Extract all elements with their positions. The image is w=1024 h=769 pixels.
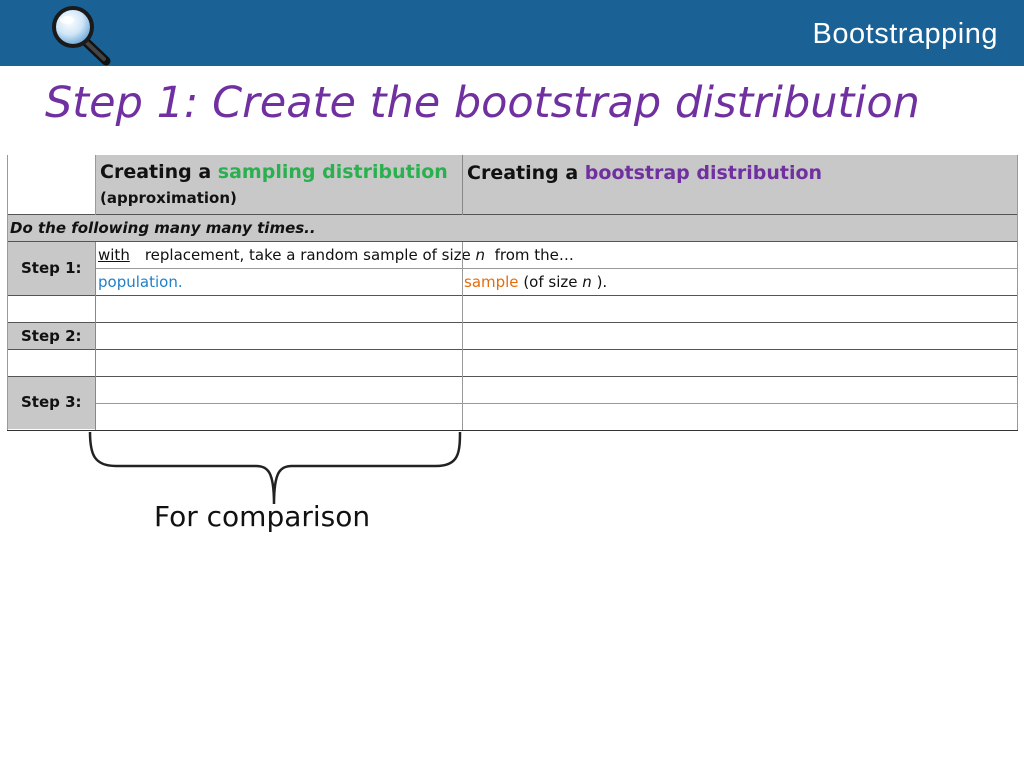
repeat-banner-row: Do the following many many times.. [7,215,1018,241]
header-sampling-sub: (approximation) [100,189,237,207]
header-empty-cell [7,155,95,214]
header-sampling-cell: Creating a sampling distribution (approx… [95,155,462,214]
header-bootstrap-cell: Creating a bootstrap distribution [462,155,1018,214]
table-header-row: Creating a sampling distribution (approx… [7,155,1018,214]
step1-row-a: with replacement, take a random sample of… [98,242,1018,268]
step3-label-cell: Step 3: [7,376,95,429]
step1-sample-cell: sample (of size n ). [464,269,1014,295]
step1-with: with [98,246,130,264]
step2-label-cell: Step 2: [7,323,95,349]
step1-text: replacement, take a random sample of siz… [144,246,476,264]
header-sampling-highlight: sampling distribution [217,161,448,183]
header-banner: Bootstrapping [0,0,1024,66]
slide-title: Step 1: Create the bootstrap distributio… [45,78,920,128]
header-title: Bootstrapping [812,18,998,50]
header-sampling-prefix: Creating a [100,161,218,183]
comparison-label: For comparison [154,500,371,533]
step1-n2: n [582,273,592,291]
step1-n: n [475,246,486,264]
step3-label: Step 3: [21,393,82,411]
step1-sample: sample [464,273,519,291]
header-bootstrap-prefix: Creating a [467,162,585,184]
repeat-banner-text: Do the following many many times.. [10,219,316,237]
step1-population: population. [98,273,183,291]
step1-from: from the… [494,246,574,264]
step2-label: Step 2: [21,327,82,345]
magnifying-glass-icon [52,6,111,66]
header-bootstrap-highlight: bootstrap distribution [584,162,823,184]
step1-close: ). [596,273,608,291]
step1-of-size: (of size [523,273,583,291]
comparison-brace [88,432,462,505]
step1-label: Step 1: [21,259,82,277]
step1-label-cell: Step 1: [7,242,95,295]
